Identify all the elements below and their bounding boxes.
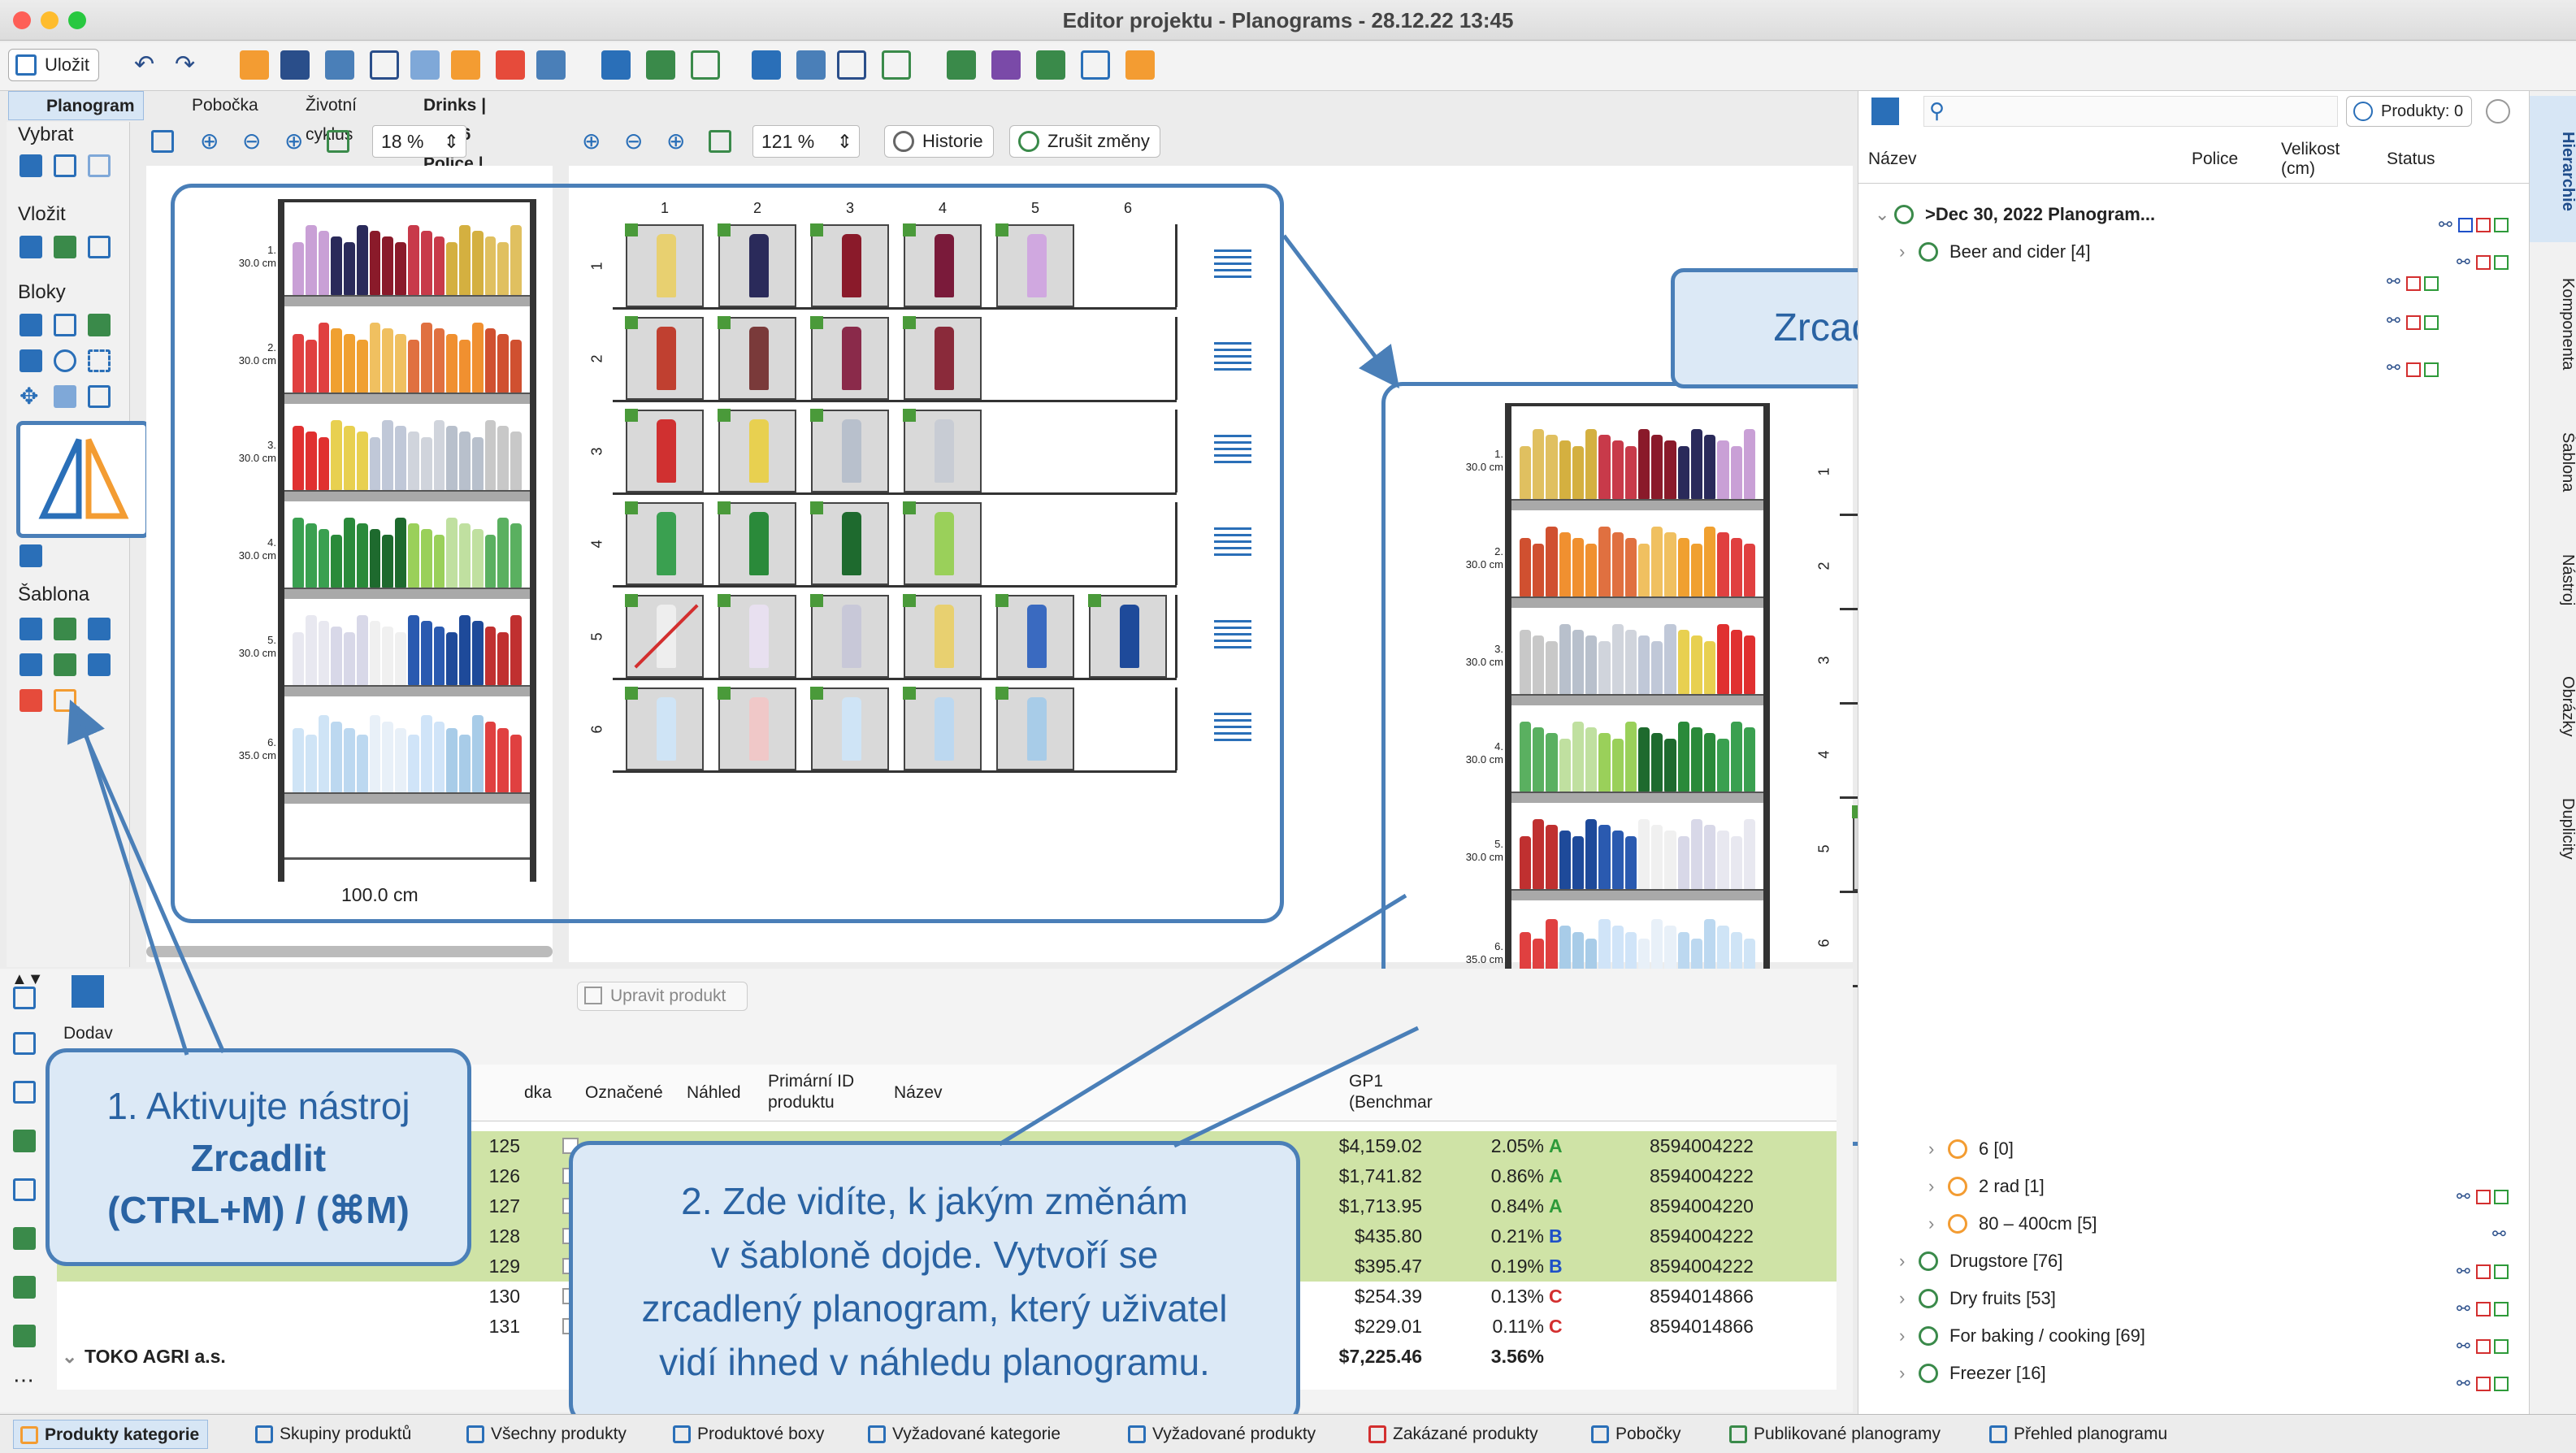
bottom-tab[interactable]: Produktové boxy	[666, 1420, 824, 1449]
step1-arrow	[67, 699, 226, 1053]
bottom-tab-label: Vyžadované produkty	[1152, 1425, 1316, 1443]
bottom-tab-label: Všechny produkty	[491, 1425, 627, 1443]
bottom-tab-icon	[1729, 1425, 1747, 1443]
bottom-tab-icon	[673, 1425, 691, 1443]
bottom-tab[interactable]: Vyžadované produkty	[1121, 1420, 1316, 1449]
bottom-tab[interactable]: Všechny produkty	[460, 1420, 627, 1449]
bottom-tab-label: Produkty kategorie	[45, 1425, 200, 1444]
bottom-tab-label: Vyžadované kategorie	[892, 1425, 1061, 1443]
bottom-tab[interactable]: Pobočky	[1585, 1420, 1681, 1449]
mirror-arrow	[1282, 234, 1400, 388]
bottom-tab-icon	[466, 1425, 484, 1443]
bottom-tab-label: Produktové boxy	[697, 1425, 825, 1443]
bottom-tab[interactable]: Zakázané produkty	[1362, 1420, 1538, 1449]
bottom-tab-label: Zakázané produkty	[1393, 1425, 1538, 1443]
bottom-tab[interactable]: Produkty kategorie	[13, 1420, 209, 1449]
bottom-tab[interactable]: Vyžadované kategorie	[861, 1420, 1060, 1449]
bottom-tab-label: Přehled planogramu	[2014, 1425, 2168, 1443]
bottom-tab-label: Skupiny produktů	[280, 1425, 412, 1443]
bottom-tab-icon	[868, 1425, 886, 1443]
bottom-tab-icon	[1128, 1425, 1146, 1443]
step2-arrow	[998, 893, 1407, 1147]
bottom-tab-icon	[1368, 1425, 1386, 1443]
bottom-tabs: Produkty kategorie Skupiny produktů Všechn…	[0, 1414, 2576, 1453]
bottom-tab[interactable]: Přehled planogramu	[1983, 1420, 2167, 1449]
callout-connectors	[67, 234, 1420, 1148]
bottom-tab[interactable]: Skupiny produktů	[249, 1420, 411, 1449]
bottom-tab-label: Publikované planogramy	[1754, 1425, 1941, 1443]
step1-arrow-line	[75, 706, 189, 1056]
bottom-tab[interactable]: Publikované planogramy	[1723, 1420, 1941, 1449]
bottom-tab-label: Pobočky	[1615, 1425, 1681, 1443]
bottom-tab-icon	[1591, 1425, 1609, 1443]
step2-line	[1173, 1026, 1420, 1148]
bottom-tab-icon	[20, 1426, 38, 1444]
bottom-tab-icon	[1989, 1425, 2007, 1443]
bottom-tab-icon	[255, 1425, 273, 1443]
